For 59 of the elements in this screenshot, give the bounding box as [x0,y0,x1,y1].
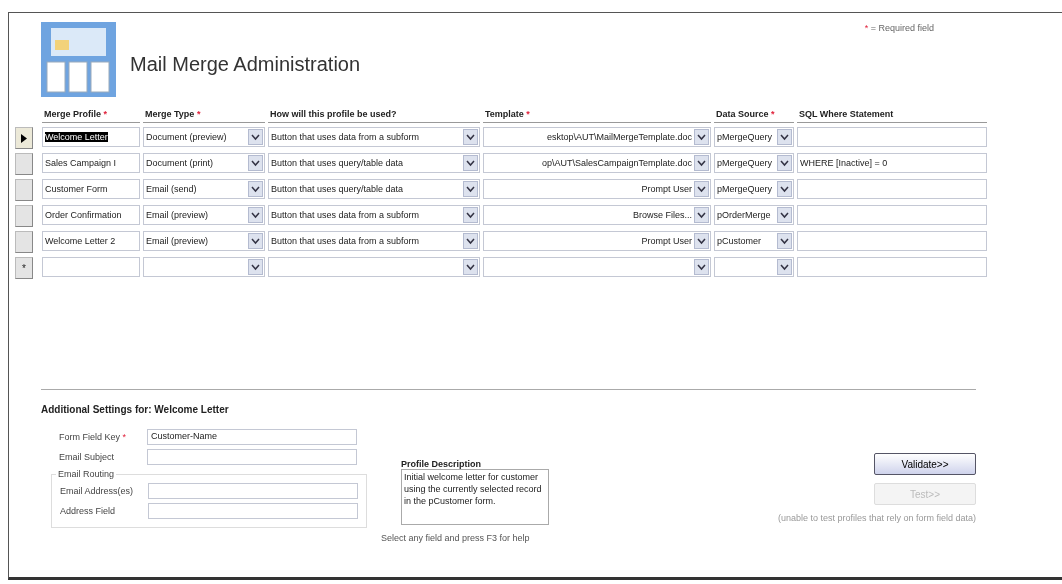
column-header: Merge Profile * [42,109,140,123]
profile-field[interactable]: Customer Form [42,179,140,199]
column-header: Template * [483,109,711,123]
profile-field[interactable]: Sales Campaign I [42,153,140,173]
data-source-dropdown[interactable]: pMergeQuery [714,153,794,173]
text-field[interactable] [148,483,358,499]
usage-dropdown[interactable]: Button that uses query/table data [268,153,480,173]
profile-field[interactable]: Welcome Letter 2 [42,231,140,251]
group-label: Email Routing [57,469,116,479]
column-header: Merge Type * [143,109,265,123]
usage-dropdown[interactable]: Button that uses data from a subform [268,205,480,225]
merge-type-dropdown[interactable]: Document (print) [143,153,265,173]
data-source-dropdown[interactable]: pMergeQuery [714,179,794,199]
profile-field[interactable] [42,257,140,277]
documents-logo-icon [41,21,116,97]
field-label: Form Field Key * [59,432,128,442]
field-label: Email Subject [59,452,116,462]
text-field[interactable] [147,449,357,465]
template-dropdown[interactable]: esktop\AUT\MailMergeTemplate.doc [483,127,711,147]
record-selector[interactable]: * [15,257,33,279]
template-dropdown[interactable]: Prompt User [483,231,711,251]
help-text: Select any field and press F3 for help [381,533,531,543]
sql-field[interactable] [797,205,987,225]
field-label: Address Field [60,506,117,516]
template-dropdown[interactable]: Browse Files... [483,205,711,225]
template-dropdown[interactable]: Prompt User [483,179,711,199]
test-note: (unable to test profiles that rely on form field data) [777,513,976,523]
description-field[interactable]: Initial welcome letter for customer using the currently selected record in the pCustomer form. [401,469,549,525]
sql-field[interactable] [797,179,987,199]
page-title: Mail Merge Administration [130,51,361,76]
data-source-dropdown[interactable]: pCustomer [714,231,794,251]
column-header: Data Source * [714,109,794,123]
usage-dropdown[interactable]: Button that uses query/table data [268,179,480,199]
text-field[interactable] [148,503,358,519]
usage-dropdown[interactable]: Button that uses data from a subform [268,231,480,251]
settings-title: Additional Settings for: Welcome Letter [41,404,230,415]
column-header: How will this profile be used? [268,109,480,123]
data-source-dropdown[interactable]: pOrderMerge [714,205,794,225]
merge-type-dropdown[interactable]: Email (preview) [143,231,265,251]
action-button[interactable]: Validate>> [874,453,976,475]
sql-field[interactable] [797,257,987,277]
current-record-icon [21,133,27,143]
record-selector[interactable] [15,127,33,149]
sql-field[interactable] [797,231,987,251]
sql-field[interactable] [797,127,987,147]
text-field[interactable]: Customer-Name [147,429,357,445]
profile-field[interactable]: Order Confirmation [42,205,140,225]
profile-field[interactable]: Welcome Letter [42,127,140,147]
merge-type-dropdown[interactable]: Document (preview) [143,127,265,147]
usage-dropdown[interactable]: Button that uses data from a subform [268,127,480,147]
field-label: Email Address(es) [60,486,135,496]
sql-field[interactable]: WHERE [Inactive] = 0 [797,153,987,173]
description-label: Profile Description [401,459,482,469]
column-header: SQL Where Statement [797,109,987,123]
required-legend: * = Required field [864,23,934,33]
merge-type-dropdown[interactable]: Email (send) [143,179,265,199]
template-dropdown[interactable]: op\AUT\SalesCampaignTemplate.doc [483,153,711,173]
data-source-dropdown[interactable]: pMergeQuery [714,127,794,147]
merge-type-dropdown[interactable]: Email (preview) [143,205,265,225]
